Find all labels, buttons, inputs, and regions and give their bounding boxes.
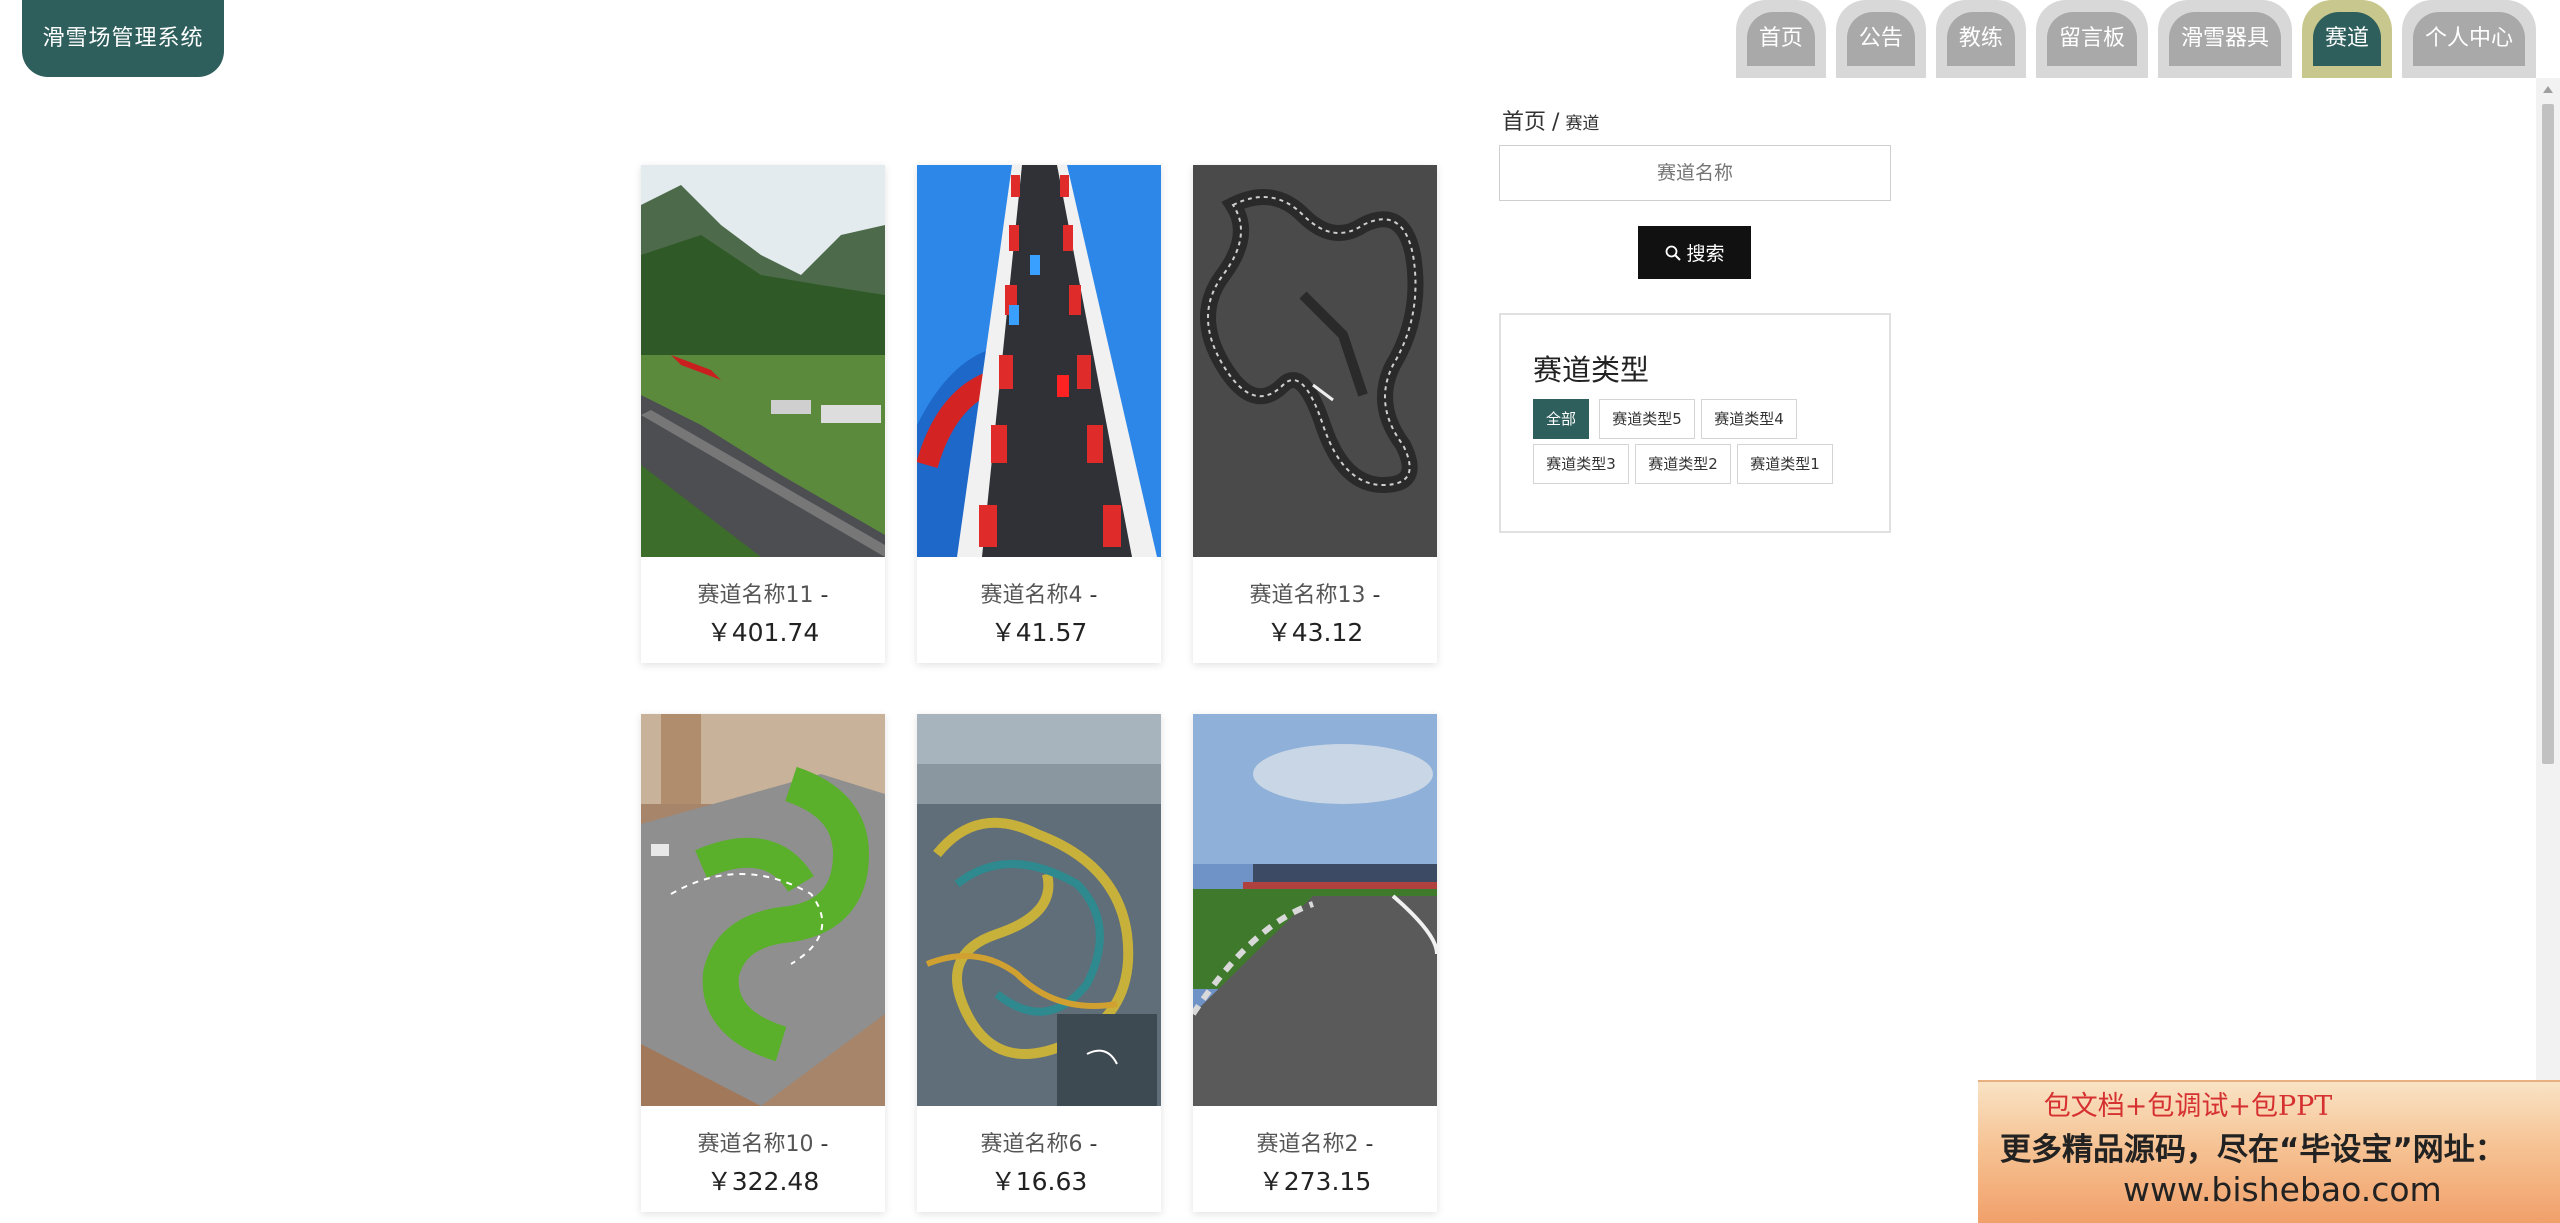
ad-line-2: 更多精品源码，尽在“毕设宝”网址： xyxy=(2000,1132,2506,1168)
product-price: ￥401.74 xyxy=(706,618,820,647)
product-name: 赛道名称6 - xyxy=(980,1132,1098,1157)
search-button-label: 搜索 xyxy=(1686,243,1725,265)
track-type-option[interactable]: 赛道类型3 xyxy=(1533,444,1629,484)
nav-item-label: 教练 xyxy=(1946,12,2015,66)
ad-url[interactable]: www.bishebao.com xyxy=(2123,1170,2442,1209)
nav-item-label: 留言板 xyxy=(2046,12,2137,66)
nav-item-home[interactable]: 首页 xyxy=(1735,0,1826,78)
nav-item-label: 首页 xyxy=(1746,12,1815,66)
product-price: ￥273.15 xyxy=(1258,1167,1372,1196)
app-logo[interactable]: 滑雪场管理系统 xyxy=(22,0,224,77)
mountain-race-circuit-image[interactable] xyxy=(641,165,885,557)
product-meta: 赛道名称10 - ￥322.48 xyxy=(641,1106,885,1212)
track-type-filter: 赛道类型 全部 赛道类型5 赛道类型4 赛道类型3 赛道类型2 赛道类型1 xyxy=(1499,313,1891,533)
product-meta: 赛道名称4 - ￥41.57 xyxy=(917,557,1161,663)
product-card[interactable]: 赛道名称10 - ￥322.48 xyxy=(641,714,885,1212)
product-card[interactable]: 赛道名称6 - ￥16.63 xyxy=(917,714,1161,1212)
product-name: 赛道名称13 - xyxy=(1249,583,1381,608)
breadcrumb-separator: / xyxy=(1552,110,1560,135)
breadcrumb-home[interactable]: 首页 xyxy=(1502,110,1546,135)
product-card[interactable]: 赛道名称2 - ￥273.15 xyxy=(1193,714,1437,1212)
scrollbar-thumb[interactable] xyxy=(2542,104,2554,764)
breadcrumb-current: 赛道 xyxy=(1565,114,1600,134)
track-type-option[interactable]: 赛道类型2 xyxy=(1635,444,1731,484)
product-name: 赛道名称11 - xyxy=(697,583,829,608)
search-icon xyxy=(1666,245,1682,261)
track-type-option[interactable]: 赛道类型1 xyxy=(1737,444,1833,484)
product-meta: 赛道名称6 - ￥16.63 xyxy=(917,1106,1161,1212)
product-card[interactable]: 赛道名称13 - ￥43.12 xyxy=(1193,165,1437,663)
product-meta: 赛道名称2 - ￥273.15 xyxy=(1193,1106,1437,1212)
product-name: 赛道名称4 - xyxy=(980,583,1098,608)
product-price: ￥16.63 xyxy=(990,1167,1088,1196)
nav-item-label: 赛道 xyxy=(2312,12,2381,66)
product-price: ￥322.48 xyxy=(706,1167,820,1196)
track-type-option[interactable]: 赛道类型4 xyxy=(1701,399,1797,439)
breadcrumb: 首页 / 赛道 xyxy=(1502,104,1599,136)
page-scrollbar[interactable] xyxy=(2536,78,2560,1223)
product-card[interactable]: 赛道名称11 - ￥401.74 xyxy=(641,165,885,663)
nav-item-tracks[interactable]: 赛道 xyxy=(2301,0,2392,78)
nav-item-announcements[interactable]: 公告 xyxy=(1835,0,1926,78)
track-name-search-input[interactable] xyxy=(1499,145,1891,201)
circuit-map-image[interactable] xyxy=(1193,165,1437,557)
toy-race-ramp-image[interactable] xyxy=(917,165,1161,557)
page: 滑雪场管理系统 首页 公告 教练 留言板 滑雪器具 赛道 个人中心 赛道名称11… xyxy=(0,0,2560,1223)
search-button[interactable]: 搜索 xyxy=(1638,226,1751,279)
nav-item-message-board[interactable]: 留言板 xyxy=(2035,0,2148,78)
product-name: 赛道名称2 - xyxy=(1256,1132,1374,1157)
racetrack-curve-image[interactable] xyxy=(1193,714,1437,1106)
nav-item-label: 个人中心 xyxy=(2412,12,2525,66)
product-meta: 赛道名称11 - ￥401.74 xyxy=(641,557,885,663)
nav-item-label: 公告 xyxy=(1846,12,1915,66)
nav-item-coaches[interactable]: 教练 xyxy=(1935,0,2026,78)
ad-banner[interactable]: 包文档+包调试+包PPT 更多精品源码，尽在“毕设宝”网址： www.bishe… xyxy=(1978,1080,2560,1223)
scroll-up-icon[interactable] xyxy=(2543,86,2553,93)
product-price: ￥41.57 xyxy=(990,618,1088,647)
nav-item-profile[interactable]: 个人中心 xyxy=(2401,0,2536,78)
product-name: 赛道名称10 - xyxy=(697,1132,829,1157)
product-card[interactable]: 赛道名称4 - ￥41.57 xyxy=(917,165,1161,663)
top-nav: 首页 公告 教练 留言板 滑雪器具 赛道 个人中心 xyxy=(1735,0,2536,78)
track-type-all[interactable]: 全部 xyxy=(1533,399,1589,439)
nav-item-ski-equipment[interactable]: 滑雪器具 xyxy=(2157,0,2292,78)
rc-indoor-track-image[interactable] xyxy=(641,714,885,1106)
ad-line-1: 包文档+包调试+包PPT xyxy=(2043,1091,2333,1122)
product-meta: 赛道名称13 - ￥43.12 xyxy=(1193,557,1437,663)
track-type-option[interactable]: 赛道类型5 xyxy=(1599,399,1695,439)
aerial-city-circuit-image[interactable] xyxy=(917,714,1161,1106)
nav-item-label: 滑雪器具 xyxy=(2168,12,2281,66)
track-type-title: 赛道类型 xyxy=(1533,353,1650,387)
product-price: ￥43.12 xyxy=(1266,618,1364,647)
